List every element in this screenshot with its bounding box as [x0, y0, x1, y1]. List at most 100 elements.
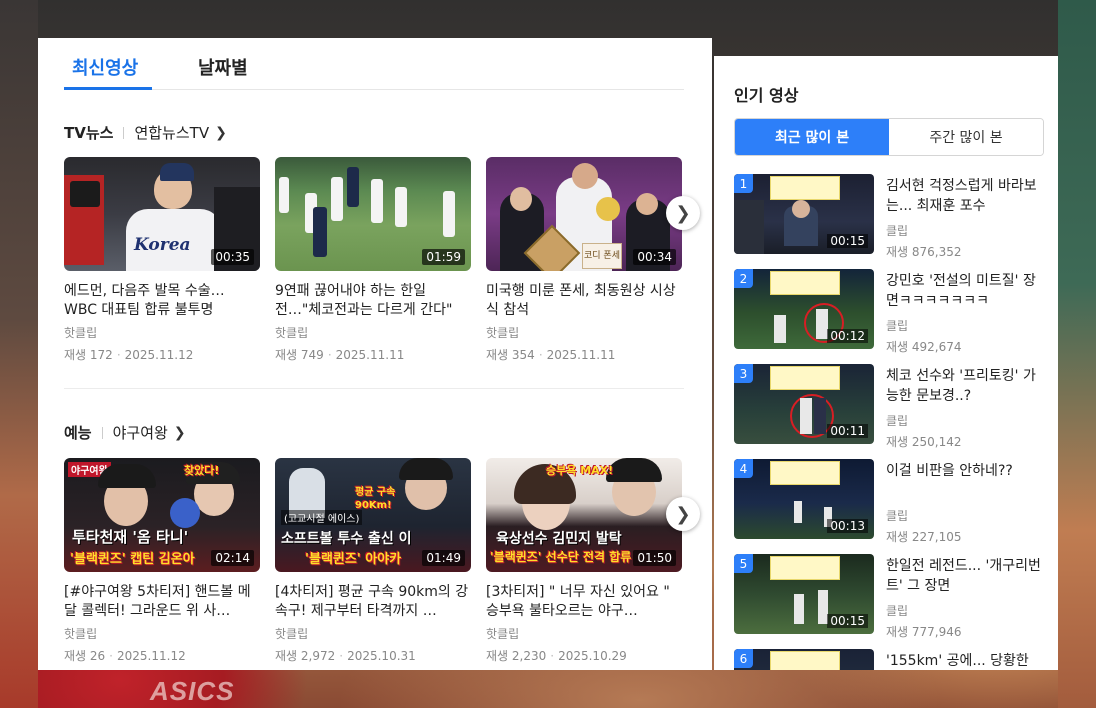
- chevron-right-icon[interactable]: ❯: [215, 125, 227, 141]
- card-row-entertainment: 야구여왕 찾았다! 투타천재 '옴 타니' '블랙퀸즈' 캡틴 김온아 02:1…: [64, 458, 684, 668]
- thumb-caption: 찾았다!: [184, 464, 220, 477]
- play-count: 재생 876,352: [886, 245, 962, 259]
- video-card[interactable]: 코디 폰세 00:34 미국행 미룬 폰세, 최동원상 시상식 참석 핫클립 재…: [486, 157, 682, 363]
- section-channel-link[interactable]: 연합뉴스TV: [134, 122, 209, 143]
- popular-video-title[interactable]: 체코 선수와 '프리토킹' 가능한 문보경..?: [886, 366, 1046, 406]
- popular-video-title[interactable]: '155km' 공에... 당황한 체: [886, 651, 1044, 670]
- video-thumbnail[interactable]: 코디 폰세 00:34: [486, 157, 682, 271]
- section-header-tv-news: TV뉴스 연합뉴스TV ❯: [64, 122, 227, 143]
- tab-bar: 최신영상 날짜별: [64, 52, 684, 90]
- chevron-right-icon: ❯: [675, 202, 691, 224]
- popular-video-title[interactable]: 이걸 비판을 안하네??: [886, 461, 1046, 501]
- video-meta: 재생 26 · 2025.11.12: [64, 649, 186, 663]
- popular-thumbnail[interactable]: 3 00:11: [734, 364, 874, 444]
- tab-latest[interactable]: 최신영상: [72, 54, 138, 80]
- video-duration: 00:12: [827, 329, 868, 343]
- video-source: 핫클립: [486, 627, 520, 641]
- video-card[interactable]: Korea 00:35 에드먼, 다음주 발목 수술… WBC 대표팀 합류 불…: [64, 157, 260, 363]
- video-duration: 01:50: [633, 550, 676, 566]
- tab-by-date[interactable]: 날짜별: [198, 54, 248, 80]
- play-count: 재생 749: [275, 348, 324, 362]
- video-duration: 00:34: [633, 249, 676, 265]
- video-title[interactable]: [3차티저] " 너무 자신 있어요 " 승부욕 불타오르는 야구…: [486, 583, 682, 621]
- video-source: 핫클립: [64, 326, 98, 340]
- play-count: 재생 354: [486, 348, 535, 362]
- video-thumbnail[interactable]: 평균 구속 90Km! (고교시절 에이스) 소프트볼 투수 출신 이 '블랙퀸…: [275, 458, 471, 572]
- popular-video-title[interactable]: 한일전 레전드... '개구리번트' 그 장면: [886, 556, 1046, 596]
- thumb-caption: '블랙퀸즈' 선수단 전격 합류: [490, 550, 632, 564]
- video-title[interactable]: [#야구여왕 5차티저] 핸드볼 메달 콜렉터! 그라운드 위 사…: [64, 583, 260, 621]
- popular-video-title[interactable]: 김서현 걱정스럽게 바라보는... 최재훈 포수: [886, 176, 1046, 216]
- popular-thumbnail[interactable]: 5 00:15: [734, 554, 874, 634]
- video-duration: 00:15: [827, 614, 868, 628]
- video-duration: 00:13: [827, 519, 868, 533]
- thumb-jersey-text: Korea: [134, 235, 191, 255]
- popular-thumbnail[interactable]: 1 00:15: [734, 174, 874, 254]
- video-source: 클립: [886, 319, 909, 333]
- rank-badge: 5: [734, 554, 753, 573]
- background-jersey-text: ASICS: [150, 676, 235, 706]
- play-count: 재생 172: [64, 348, 113, 362]
- card-row-tv-news: Korea 00:35 에드먼, 다음주 발목 수술… WBC 대표팀 합류 불…: [64, 157, 684, 367]
- popular-thumbnail[interactable]: 6: [734, 649, 874, 670]
- upload-date: 2025.11.11: [546, 348, 616, 362]
- tab-active-indicator: [64, 87, 152, 90]
- thumb-caption: '블랙퀸즈' 캡틴 김온아: [70, 552, 195, 567]
- video-card[interactable]: 01:59 9연패 끊어내야 하는 한일전…"체코전과는 다르게 간다" 핫클립…: [275, 157, 471, 363]
- separator: [123, 126, 125, 139]
- rank-badge: 2: [734, 269, 753, 288]
- video-meta: 재생 2,972 · 2025.10.31: [275, 649, 416, 663]
- thumb-caption: 육상선수 김민지 발탁: [496, 531, 622, 547]
- video-thumbnail[interactable]: 승부욕 MAX! 육상선수 김민지 발탁 '블랙퀸즈' 선수단 전격 합류 01…: [486, 458, 682, 572]
- video-thumbnail[interactable]: 01:59: [275, 157, 471, 271]
- rank-badge: 4: [734, 459, 753, 478]
- video-duration: 00:35: [211, 249, 254, 265]
- video-title[interactable]: 9연패 끊어내야 하는 한일전…"체코전과는 다르게 간다": [275, 282, 471, 320]
- popular-item[interactable]: 2 00:12 강민호 '전설의 미트질' 장면ㅋㅋㅋㅋㅋㅋㅋ 클립 재생 49…: [734, 269, 1046, 354]
- play-count: 재생 250,142: [886, 435, 962, 449]
- thumb-caption: '블랙퀸즈' 아야카: [305, 552, 402, 567]
- video-duration: 00:11: [827, 424, 868, 438]
- thumb-caption: (고교시절 에이스): [281, 510, 363, 525]
- upload-date: 2025.10.31: [347, 649, 416, 663]
- chevron-right-icon[interactable]: ❯: [174, 425, 186, 441]
- popular-item[interactable]: 6 '155km' 공에... 당황한 체: [734, 649, 1044, 670]
- popular-video-title[interactable]: 강민호 '전설의 미트질' 장면ㅋㅋㅋㅋㅋㅋㅋ: [886, 271, 1046, 311]
- popular-item[interactable]: 3 00:11 체코 선수와 '프리토킹' 가능한 문보경..? 클립 재생 2…: [734, 364, 1046, 449]
- video-source: 핫클립: [275, 326, 309, 340]
- next-arrow-button[interactable]: ❯: [666, 497, 700, 531]
- video-meta: 재생 354 · 2025.11.11: [486, 348, 616, 362]
- video-thumbnail[interactable]: Korea 00:35: [64, 157, 260, 271]
- section-header-entertainment: 예능 야구여왕 ❯: [64, 422, 186, 443]
- next-arrow-button[interactable]: ❯: [666, 196, 700, 230]
- toggle-weekly-most-viewed[interactable]: 주간 많이 본: [889, 119, 1043, 155]
- thumb-caption: 평균 구속 90Km!: [355, 487, 396, 511]
- video-source: 핫클립: [275, 627, 309, 641]
- video-title[interactable]: 에드먼, 다음주 발목 수술… WBC 대표팀 합류 불투명: [64, 282, 260, 320]
- popular-thumbnail[interactable]: 4 00:13: [734, 459, 874, 539]
- video-meta: 재생 172 · 2025.11.12: [64, 348, 194, 362]
- video-source: 핫클립: [64, 627, 98, 641]
- popular-item[interactable]: 1 00:15 김서현 걱정스럽게 바라보는... 최재훈 포수 클립 재생 8…: [734, 174, 1046, 259]
- background-right: [1058, 0, 1096, 708]
- play-count: 재생 777,946: [886, 625, 962, 639]
- video-duration: 02:14: [211, 550, 254, 566]
- play-count: 재생 227,105: [886, 530, 962, 544]
- video-title[interactable]: 미국행 미룬 폰세, 최동원상 시상식 참석: [486, 282, 682, 320]
- section-divider: [64, 388, 684, 389]
- toggle-recent-most-viewed[interactable]: 최근 많이 본: [735, 119, 889, 155]
- video-card[interactable]: 평균 구속 90Km! (고교시절 에이스) 소프트볼 투수 출신 이 '블랙퀸…: [275, 458, 471, 664]
- video-card[interactable]: 야구여왕 찾았다! 투타천재 '옴 타니' '블랙퀸즈' 캡틴 김온아 02:1…: [64, 458, 260, 664]
- video-source: 핫클립: [486, 326, 520, 340]
- upload-date: 2025.10.29: [558, 649, 627, 663]
- section-channel-link[interactable]: 야구여왕: [113, 422, 168, 443]
- video-thumbnail[interactable]: 야구여왕 찾았다! 투타천재 '옴 타니' '블랙퀸즈' 캡틴 김온아 02:1…: [64, 458, 260, 572]
- popular-item[interactable]: 4 00:13 이걸 비판을 안하네?? 클립 재생 227,105: [734, 459, 1046, 544]
- play-count: 재생 2,230: [486, 649, 547, 663]
- popular-item[interactable]: 5 00:15 한일전 레전드... '개구리번트' 그 장면 클립 재생 77…: [734, 554, 1046, 639]
- rank-badge: 1: [734, 174, 753, 193]
- play-count: 재생 26: [64, 649, 106, 663]
- video-title[interactable]: [4차티저] 평균 구속 90km의 강속구! 제구부터 타격까지 …: [275, 583, 471, 621]
- popular-thumbnail[interactable]: 2 00:12: [734, 269, 874, 349]
- video-card[interactable]: 승부욕 MAX! 육상선수 김민지 발탁 '블랙퀸즈' 선수단 전격 합류 01…: [486, 458, 682, 664]
